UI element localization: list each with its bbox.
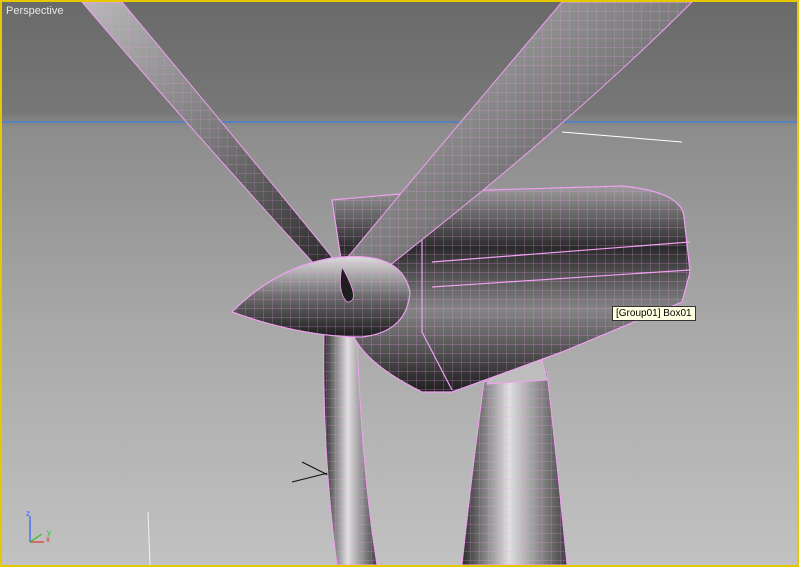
axis-x-label: x: [46, 535, 50, 544]
blade-left-mesh: [81, 2, 333, 268]
axis-z-label: z: [26, 509, 30, 518]
grid-line: [147, 511, 151, 565]
viewport-label[interactable]: Perspective: [6, 5, 63, 17]
hub-spinner-mesh: [230, 255, 411, 338]
tower-mesh: [461, 359, 568, 565]
viewport-scene[interactable]: [2, 2, 797, 565]
perspective-viewport[interactable]: Perspective [Group01] Box01 z y x: [0, 0, 799, 567]
axis-gizmo: [29, 516, 44, 543]
object-tooltip: [Group01] Box01: [612, 306, 696, 321]
blade-lower-mesh: [323, 331, 378, 565]
grid-line: [561, 131, 683, 143]
